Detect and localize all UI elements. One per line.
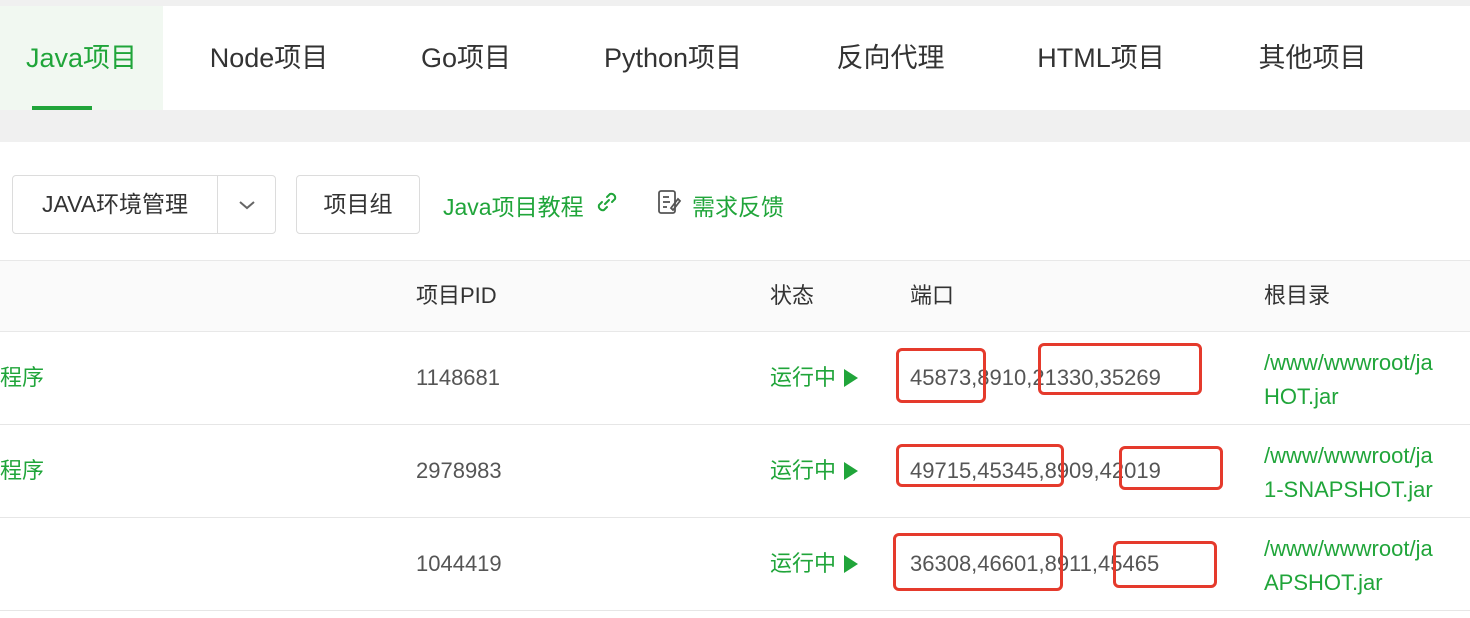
root-dir-line-1: /www/wwwroot/ja [1264, 443, 1433, 468]
project-name[interactable]: 程序 [0, 425, 44, 517]
status-label: 运行中 [770, 365, 837, 390]
java-tutorial-link[interactable]: Java项目教程 [443, 175, 620, 234]
play-icon [844, 462, 859, 480]
root-dir-line-2: APSHOT.jar [1264, 570, 1383, 595]
tab-java[interactable]: Java项目 [0, 6, 163, 110]
java-env-dropdown[interactable]: JAVA环境管理 [12, 175, 276, 234]
header-root-dir[interactable]: 根目录 [1264, 261, 1330, 331]
chevron-down-icon[interactable] [218, 176, 275, 233]
feedback-label: 需求反馈 [692, 193, 784, 220]
port-highlight-box [1038, 343, 1202, 395]
table-header: 项目PID 状态 端口 根目录 [0, 260, 1470, 332]
table-row: 程序 2978983 运行中 49715,45345,8909,42019 /w… [0, 425, 1470, 518]
status-label: 运行中 [770, 458, 837, 483]
root-dir-line-1: /www/wwwroot/ja [1264, 536, 1433, 561]
port-highlight-box [1113, 541, 1217, 588]
header-status[interactable]: 状态 [770, 261, 814, 331]
tab-html[interactable]: HTML项目 [1017, 6, 1185, 110]
status-running[interactable]: 运行中 [770, 425, 859, 517]
project-pid: 2978983 [416, 458, 502, 483]
root-dir-line-2: 1-SNAPSHOT.jar [1264, 477, 1433, 502]
feedback-link[interactable]: 需求反馈 [656, 175, 784, 234]
edit-note-icon [656, 188, 682, 222]
port-highlight-box [1119, 446, 1223, 490]
tab-java-label: Java项目 [25, 43, 138, 73]
tab-other[interactable]: 其他项目 [1240, 6, 1385, 110]
root-dir-line-2: HOT.jar [1264, 384, 1339, 409]
port-highlight-box [896, 444, 1064, 487]
root-dir-link[interactable]: /www/wwwroot/ja APSHOT.jar [1264, 532, 1433, 600]
project-pid: 1148681 [416, 365, 501, 390]
tab-go[interactable]: Go项目 [400, 6, 532, 110]
project-name[interactable]: 程序 [0, 332, 44, 424]
tab-reverse-proxy[interactable]: 反向代理 [818, 6, 963, 110]
port-highlight-box [896, 348, 986, 403]
root-dir-link[interactable]: /www/wwwroot/ja 1-SNAPSHOT.jar [1264, 439, 1433, 507]
tab-node[interactable]: Node项目 [187, 6, 351, 110]
status-running[interactable]: 运行中 [770, 332, 859, 424]
table-row: 程序 1148681 运行中 45873,8910,21330,35269 /w… [0, 332, 1470, 425]
link-icon [594, 189, 620, 221]
section-divider [0, 110, 1470, 142]
project-pid: 1044419 [416, 551, 502, 576]
table-row: 1044419 运行中 36308,46601,8911,45465 /www/… [0, 518, 1470, 611]
java-env-label: JAVA环境管理 [41, 191, 189, 217]
project-group-button[interactable]: 项目组 [296, 175, 420, 234]
root-dir-link[interactable]: /www/wwwroot/ja HOT.jar [1264, 346, 1433, 414]
status-label: 运行中 [770, 551, 837, 576]
header-pid[interactable]: 项目PID [416, 261, 497, 331]
tab-python[interactable]: Python项目 [583, 6, 763, 110]
play-icon [844, 369, 859, 387]
java-tutorial-label: Java项目教程 [443, 193, 584, 220]
root-dir-line-1: /www/wwwroot/ja [1264, 350, 1433, 375]
header-port[interactable]: 端口 [910, 261, 954, 331]
port-highlight-box [893, 533, 1063, 591]
project-type-tabs: Java项目 Node项目 Go项目 Python项目 反向代理 HTML项目 … [0, 6, 1470, 110]
toolbar: JAVA环境管理 项目组 Java项目教程 需求反馈 [0, 142, 1470, 260]
play-icon [844, 555, 859, 573]
status-running[interactable]: 运行中 [770, 518, 859, 610]
